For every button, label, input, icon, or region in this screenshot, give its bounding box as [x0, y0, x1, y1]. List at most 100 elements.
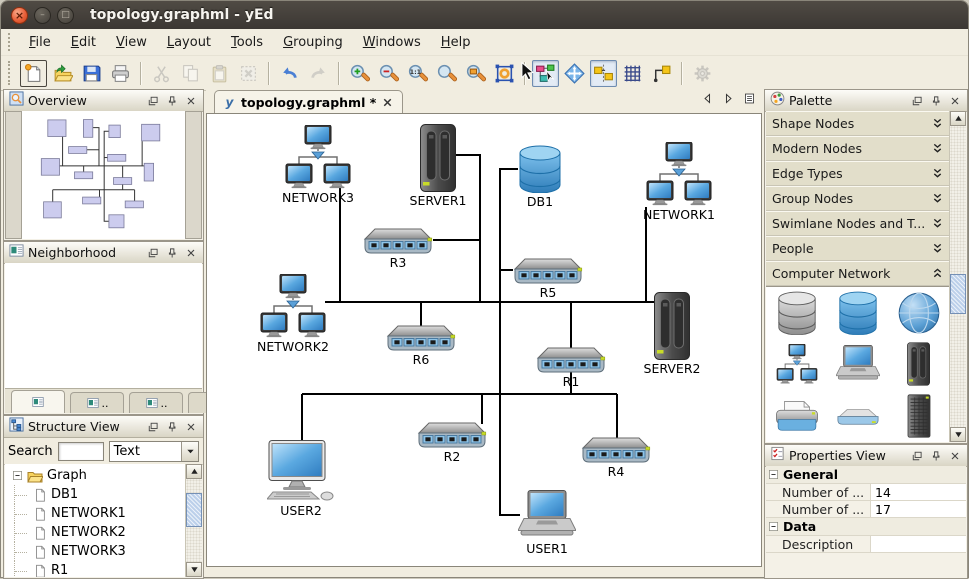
- tree-item-network1[interactable]: NETWORK1: [5, 504, 185, 523]
- close-icon[interactable]: [947, 448, 962, 463]
- palette-section-people[interactable]: People: [766, 236, 949, 261]
- palette-item-laptop[interactable]: [827, 339, 888, 391]
- menu-item-windows[interactable]: Windows: [353, 32, 431, 53]
- close-icon[interactable]: [947, 93, 962, 108]
- palette-scrollbar[interactable]: [949, 111, 966, 442]
- zoom-actual-size-button[interactable]: 1:1: [404, 60, 431, 87]
- scroll-track[interactable]: [186, 479, 202, 562]
- chevron-down-icon[interactable]: [181, 442, 198, 461]
- print-button[interactable]: [107, 60, 134, 87]
- overview-minimap[interactable]: [22, 111, 185, 239]
- pin-icon[interactable]: [928, 93, 943, 108]
- neighborhood-tab-3[interactable]: ..: [129, 392, 183, 413]
- tree-item-r1[interactable]: R1: [5, 561, 185, 577]
- scroll-down-button[interactable]: [186, 562, 202, 577]
- float-icon[interactable]: [145, 419, 160, 434]
- property-group-data[interactable]: Data: [766, 518, 966, 536]
- scroll-thumb[interactable]: [950, 274, 966, 314]
- scroll-down-button[interactable]: [950, 427, 966, 442]
- close-icon[interactable]: [183, 93, 198, 108]
- neighborhood-tab-1[interactable]: [11, 390, 65, 413]
- previous-tab-icon[interactable]: [701, 92, 714, 105]
- snap-lines-button[interactable]: [590, 60, 617, 87]
- new-document-button[interactable]: [20, 60, 47, 87]
- menu-item-layout[interactable]: Layout: [157, 32, 221, 53]
- zoom-to-selection-button[interactable]: [462, 60, 489, 87]
- float-icon[interactable]: [909, 448, 924, 463]
- close-icon[interactable]: [183, 419, 198, 434]
- menu-item-edit[interactable]: Edit: [61, 32, 106, 53]
- palette-item-database-gray[interactable]: [766, 287, 827, 339]
- scroll-up-button[interactable]: [186, 464, 202, 479]
- neighborhood-tab-2[interactable]: ..: [70, 392, 124, 413]
- menu-item-tools[interactable]: Tools: [221, 32, 273, 53]
- grid-button[interactable]: [619, 60, 646, 87]
- menubar-grip[interactable]: [8, 33, 13, 51]
- edit-mode-button[interactable]: [532, 60, 559, 87]
- menu-item-file[interactable]: File: [19, 32, 61, 53]
- pin-icon[interactable]: [164, 93, 179, 108]
- menu-item-help[interactable]: Help: [431, 32, 481, 53]
- zoom-out-button[interactable]: [375, 60, 402, 87]
- palette-item-globe[interactable]: [888, 287, 949, 339]
- scroll-thumb[interactable]: [186, 493, 202, 527]
- open-button[interactable]: [49, 60, 76, 87]
- scroll-track[interactable]: [950, 126, 966, 427]
- property-value[interactable]: 17: [870, 501, 966, 517]
- palette-section-computer-network[interactable]: Computer Network: [766, 261, 949, 286]
- overview-left-strip[interactable]: [5, 111, 22, 239]
- menu-item-view[interactable]: View: [106, 32, 157, 53]
- pin-icon[interactable]: [164, 245, 179, 260]
- tab-list-icon[interactable]: [743, 92, 756, 105]
- palette-section-group-nodes[interactable]: Group Nodes: [766, 186, 949, 211]
- menu-item-grouping[interactable]: Grouping: [273, 32, 353, 53]
- zoom-in-button[interactable]: [346, 60, 373, 87]
- property-value[interactable]: 14: [870, 484, 966, 500]
- undo-button[interactable]: [276, 60, 303, 87]
- palette-section-shape-nodes[interactable]: Shape Nodes: [766, 111, 949, 136]
- filter-value: Text: [114, 444, 140, 459]
- close-window-button[interactable]: ×: [11, 7, 28, 24]
- palette-item-database-blue[interactable]: [827, 287, 888, 339]
- palette-section-swimlane-nodes-and-t[interactable]: Swimlane Nodes and T...: [766, 211, 949, 236]
- property-value[interactable]: [870, 536, 966, 552]
- properties-view-panel: Properties View GeneralNumber of ...14Nu…: [764, 444, 968, 579]
- palette-item-server-tower[interactable]: [888, 339, 949, 391]
- tree-item-network2[interactable]: NETWORK2: [5, 523, 185, 542]
- scroll-up-button[interactable]: [950, 111, 966, 126]
- structure-search-row: Search Text: [4, 438, 203, 465]
- palette-section-edge-types[interactable]: Edge Types: [766, 161, 949, 186]
- orthogonal-edges-button[interactable]: [648, 60, 675, 87]
- pin-icon[interactable]: [928, 448, 943, 463]
- overview-right-strip[interactable]: [185, 111, 202, 239]
- property-group-general[interactable]: General: [766, 466, 966, 484]
- maximize-window-button[interactable]: □: [57, 7, 74, 24]
- fit-content-button[interactable]: [491, 60, 518, 87]
- palette-section-modern-nodes[interactable]: Modern Nodes: [766, 136, 949, 161]
- palette-item-printer[interactable]: [766, 390, 827, 442]
- graph-canvas[interactable]: NETWORK3SERVER1DB1NETWORK1R3R5NETWORK2R6…: [206, 113, 762, 567]
- minimize-window-button[interactable]: –: [34, 7, 51, 24]
- tree-item-db1[interactable]: DB1: [5, 485, 185, 504]
- float-icon[interactable]: [145, 245, 160, 260]
- magnifier-button[interactable]: [433, 60, 460, 87]
- float-icon[interactable]: [909, 93, 924, 108]
- tree-item-network3[interactable]: NETWORK3: [5, 542, 185, 561]
- toolbar-grip[interactable]: [8, 61, 13, 85]
- tree-item-graph[interactable]: Graph: [5, 466, 185, 485]
- structure-scrollbar[interactable]: [185, 464, 202, 577]
- palette-item-network[interactable]: [766, 339, 827, 391]
- pan-mode-button[interactable]: [561, 60, 588, 87]
- search-filter-select[interactable]: Text: [109, 441, 199, 462]
- next-tab-icon[interactable]: [722, 92, 735, 105]
- document-tab[interactable]: y topology.graphml *: [214, 90, 403, 113]
- float-icon[interactable]: [145, 93, 160, 108]
- tab-close-icon[interactable]: [381, 96, 394, 109]
- properties-panel-title: Properties View: [789, 448, 905, 463]
- save-button[interactable]: [78, 60, 105, 87]
- close-icon[interactable]: [183, 245, 198, 260]
- pin-icon[interactable]: [164, 419, 179, 434]
- palette-item-server-rack[interactable]: [888, 390, 949, 442]
- palette-item-scanner[interactable]: [827, 390, 888, 442]
- search-input[interactable]: [58, 442, 104, 461]
